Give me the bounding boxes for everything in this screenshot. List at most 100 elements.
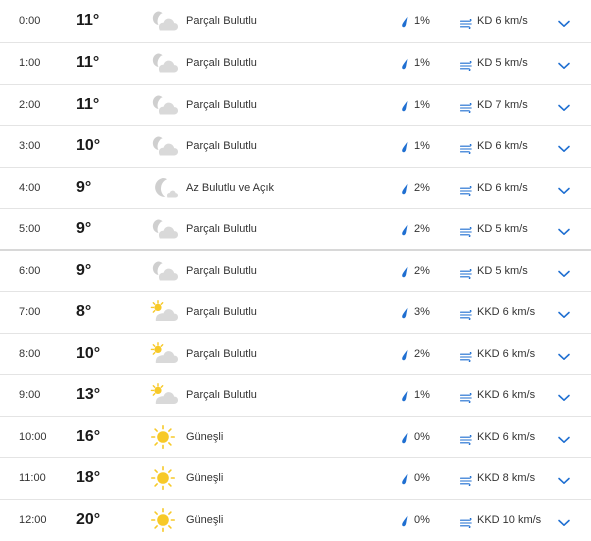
sunny-icon (149, 466, 179, 491)
hour-time: 3:00 (19, 140, 41, 153)
hour-temperature: 16° (76, 427, 101, 445)
hourly-row-9-00[interactable]: 9:00 13° Parçalı Bulutlu 1% KKD 6 km/s (0, 375, 591, 417)
hour-condition: Parçalı Bulutlu (186, 347, 257, 360)
hour-wind: KD 5 km/s (477, 222, 528, 235)
hour-condition: Parçalı Bulutlu (186, 389, 257, 402)
hour-wind: KD 5 km/s (477, 57, 528, 70)
hour-time: 4:00 (19, 181, 41, 194)
partly-cloudy-night-icon (149, 51, 179, 75)
hour-temperature: 8° (76, 303, 92, 321)
hour-time: 8:00 (19, 347, 41, 360)
hour-condition: Az Bulutlu ve Açık (186, 181, 275, 194)
chevron-down-icon[interactable] (557, 390, 571, 402)
hourly-row-11-00[interactable]: 11:00 18° Güneşli 0% KKD 8 km/s (0, 458, 591, 500)
hourly-row-12-00[interactable]: 12:00 20° Güneşli 0% KKD 10 km/s (0, 500, 591, 541)
hour-temperature: 18° (76, 469, 101, 487)
wind-icon (459, 266, 473, 279)
partly-cloudy-day-icon (149, 341, 179, 366)
hour-time: 12:00 (19, 514, 47, 527)
wind-icon (459, 349, 473, 362)
raindrop-icon (401, 306, 409, 319)
hour-wind: KKD 6 km/s (477, 347, 536, 360)
hour-wind: KKD 10 km/s (477, 514, 542, 527)
hourly-row-7-00[interactable]: 7:00 8° Parçalı Bulutlu 3% KKD 6 km/s (0, 292, 591, 334)
partly-cloudy-night-icon (149, 93, 179, 117)
chevron-down-icon[interactable] (557, 58, 571, 70)
hour-wind: KD 6 km/s (477, 140, 528, 153)
raindrop-icon (401, 389, 409, 402)
hour-precipitation: 0% (414, 514, 430, 527)
wind-icon (459, 390, 473, 404)
hourly-row-1-00[interactable]: 1:00 11° Parçalı Bulutlu 1% KD 5 km/s (0, 43, 591, 85)
hour-temperature: 9° (76, 219, 92, 237)
hour-wind: KKD 6 km/s (477, 306, 536, 319)
raindrop-icon (401, 514, 409, 527)
chevron-down-icon[interactable] (557, 473, 571, 485)
hour-time: 5:00 (19, 222, 41, 235)
hour-wind: KKD 6 km/s (477, 430, 536, 443)
chevron-down-icon[interactable] (557, 349, 571, 360)
hourly-row-3-00[interactable]: 3:00 10° Parçalı Bulutlu 1% KD 6 km/s (0, 126, 591, 168)
hour-precipitation: 0% (414, 430, 430, 443)
hour-precipitation: 1% (414, 15, 430, 27)
chevron-down-icon[interactable] (557, 432, 571, 443)
hour-time: 2:00 (19, 98, 41, 111)
partly-cloudy-day-icon (149, 300, 179, 324)
hour-time: 0:00 (19, 15, 41, 27)
chevron-down-icon[interactable] (557, 183, 571, 194)
sunny-icon (149, 424, 179, 449)
chevron-down-icon[interactable] (557, 515, 571, 527)
hourly-row-5-00[interactable]: 5:00 9° Parçalı Bulutlu 2% KD 5 km/s (0, 209, 591, 251)
hour-time: 6:00 (19, 264, 41, 277)
chevron-down-icon[interactable] (557, 266, 571, 277)
hour-condition: Parçalı Bulutlu (186, 15, 257, 27)
hour-wind: KD 7 km/s (477, 98, 528, 111)
hour-wind: KD 6 km/s (477, 181, 528, 194)
hour-condition: Güneşli (186, 430, 224, 443)
raindrop-icon (401, 182, 409, 194)
hourly-row-4-00[interactable]: 4:00 9° Az Bulutlu ve Açık 2% KD 6 km/s (0, 168, 591, 209)
hourly-row-8-00[interactable]: 8:00 10° Parçalı Bulutlu 2% KKD 6 km/s (0, 334, 591, 375)
hour-condition: Parçalı Bulutlu (186, 98, 257, 111)
wind-icon (459, 432, 473, 445)
chevron-down-icon[interactable] (557, 224, 571, 235)
chevron-down-icon[interactable] (557, 141, 571, 153)
hourly-row-10-00[interactable]: 10:00 16° Güneşli 0% KKD 6 km/s (0, 417, 591, 458)
hour-wind: KKD 6 km/s (477, 389, 536, 402)
raindrop-icon (401, 265, 409, 277)
hour-wind: KD 5 km/s (477, 264, 528, 277)
hourly-row-0-00[interactable]: 0:00 11° Parçalı Bulutlu 1% KD 6 km/s (0, 0, 591, 43)
hour-precipitation: 1% (414, 57, 430, 70)
raindrop-icon (401, 57, 409, 70)
chevron-down-icon[interactable] (557, 16, 571, 27)
hour-temperature: 11° (76, 12, 100, 29)
hour-condition: Parçalı Bulutlu (186, 306, 257, 319)
wind-icon (459, 141, 473, 155)
chevron-down-icon[interactable] (557, 307, 571, 319)
hour-time: 9:00 (19, 389, 41, 402)
raindrop-icon (401, 140, 409, 153)
wind-icon (459, 473, 473, 487)
hour-precipitation: 1% (414, 389, 430, 402)
hourly-row-6-00[interactable]: 6:00 9° Parçalı Bulutlu 2% KD 5 km/s (0, 251, 591, 292)
sunny-icon (149, 508, 179, 533)
wind-icon (459, 183, 473, 196)
wind-icon (459, 100, 473, 113)
hour-precipitation: 2% (414, 347, 430, 360)
hour-condition: Parçalı Bulutlu (186, 222, 257, 235)
hour-time: 11:00 (19, 472, 46, 485)
hour-temperature: 9° (76, 261, 92, 279)
wind-icon (459, 58, 473, 72)
hour-temperature: 11° (76, 95, 100, 113)
hour-precipitation: 2% (414, 264, 430, 277)
hour-condition: Parçalı Bulutlu (186, 264, 257, 277)
wind-icon (459, 16, 473, 30)
hour-temperature: 11° (76, 54, 100, 72)
raindrop-icon (401, 223, 409, 235)
hour-precipitation: 2% (414, 222, 430, 235)
raindrop-icon (401, 472, 409, 485)
chevron-down-icon[interactable] (557, 100, 571, 111)
hourly-row-2-00[interactable]: 2:00 11° Parçalı Bulutlu 1% KD 7 km/s (0, 85, 591, 126)
hour-precipitation: 1% (414, 140, 430, 153)
hour-time: 1:00 (19, 57, 41, 70)
